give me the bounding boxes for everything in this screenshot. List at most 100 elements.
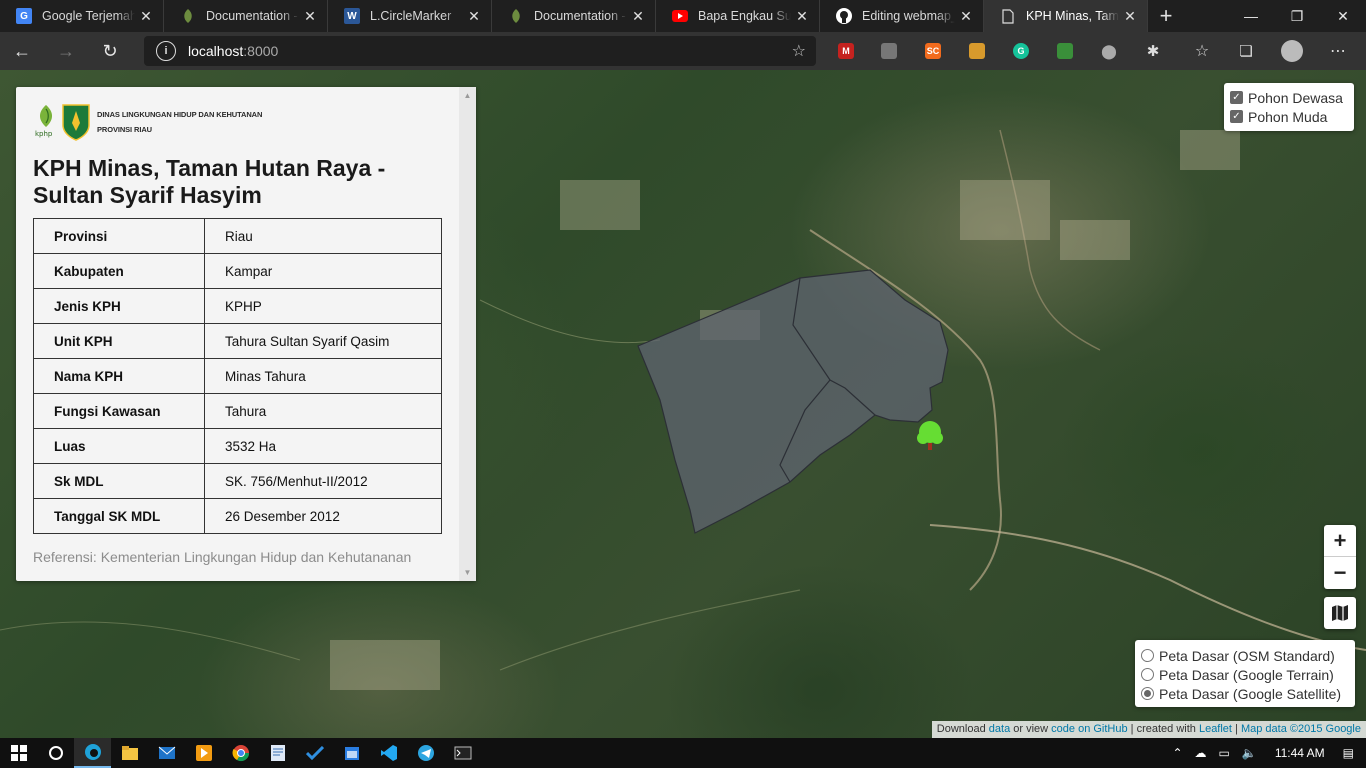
reload-icon[interactable]: ↻ (88, 32, 132, 70)
checkbox-icon[interactable]: ✓ (1230, 110, 1243, 123)
file-explorer-icon[interactable] (111, 738, 148, 768)
overlay-layer-control: ✓ Pohon Dewasa ✓ Pohon Muda (1224, 83, 1354, 131)
close-tab-icon[interactable]: ✕ (135, 8, 157, 25)
volume-icon[interactable]: 🔈 (1242, 746, 1257, 760)
radio-icon[interactable] (1141, 668, 1154, 681)
attribute-table: Provinsi Riau Kabupaten Kampar Jenis KPH KPHP… (33, 218, 442, 534)
map-container[interactable]: kphp DINAS LINGKUNGAN HIDUP DAN KEHUTANA… (0, 70, 1366, 738)
calendar-icon[interactable] (333, 738, 370, 768)
new-tab-button[interactable]: + (1148, 0, 1184, 32)
notepad-icon[interactable] (259, 738, 296, 768)
attribute-value: SK. 756/Menhut-II/2012 (204, 463, 442, 499)
kph-boundary-polygon[interactable] (637, 269, 949, 534)
edge-taskbar-icon[interactable] (74, 738, 111, 768)
todo-icon[interactable] (296, 738, 333, 768)
map-extension-icon[interactable] (1051, 32, 1079, 70)
network-icon[interactable]: ▭ (1219, 746, 1230, 760)
sc-extension-icon[interactable]: SC (919, 32, 947, 70)
vscode-icon[interactable] (370, 738, 407, 768)
gmail-extension-icon[interactable]: M (832, 32, 860, 70)
attribute-key: Fungsi Kawasan (33, 393, 205, 429)
notification-icon[interactable]: ▤ (1343, 746, 1354, 760)
clock-time[interactable]: 11:44 AM (1275, 746, 1325, 760)
table-row: Luas 3532 Ha (33, 428, 442, 464)
table-row: Nama KPH Minas Tahura (33, 358, 442, 394)
google-translate-icon: G (16, 8, 32, 24)
scroll-up-icon[interactable]: ▲ (459, 87, 476, 104)
close-tab-icon[interactable]: ✕ (955, 8, 977, 25)
address-bar[interactable]: i localhost:8000 ☆ (144, 36, 816, 66)
base-layer-osm[interactable]: Peta Dasar (OSM Standard) (1141, 646, 1349, 665)
search-icon[interactable] (37, 738, 74, 768)
tab-kph-minas[interactable]: KPH Minas, Taman Hutan Raya ✕ (984, 0, 1148, 32)
onedrive-icon[interactable]: ☁ (1195, 746, 1207, 760)
table-row: Sk MDL SK. 756/Menhut-II/2012 (33, 463, 442, 499)
chevron-up-icon[interactable]: ⌃ (1172, 746, 1182, 760)
radio-icon[interactable] (1141, 649, 1154, 662)
tab-github[interactable]: Editing webmap_a ✕ (820, 0, 984, 32)
favorites-icon[interactable]: ☆ (1188, 32, 1216, 70)
google-map-data-link[interactable]: Map data ©2015 Google (1241, 723, 1361, 735)
collections-icon[interactable]: ❏ (1232, 32, 1260, 70)
tab-leaflet-docs-2[interactable]: Documentation - Leaflet ✕ (492, 0, 656, 32)
tabs-extension-icon[interactable] (875, 32, 903, 70)
github-icon (836, 8, 852, 24)
table-row: Fungsi Kawasan Tahura (33, 393, 442, 429)
overlay-pohon-dewasa[interactable]: ✓ Pohon Dewasa (1230, 88, 1348, 107)
radio-icon-selected[interactable] (1141, 687, 1154, 700)
tab-leaflet-docs-1[interactable]: Documentation - Leaflet ✕ (164, 0, 328, 32)
more-menu-icon[interactable]: ⋯ (1324, 32, 1352, 70)
panel-scrollbar[interactable]: ▲ ▼ (459, 87, 476, 581)
tab-title: Google Terjemahan (42, 9, 135, 23)
extensions-icon[interactable]: ✱ (1139, 32, 1167, 70)
telegram-icon[interactable] (407, 738, 444, 768)
attribute-key: Provinsi (33, 218, 205, 254)
attribute-key: Tanggal SK MDL (33, 498, 205, 534)
profile-avatar[interactable] (1278, 32, 1306, 70)
restore-icon[interactable]: ❐ (1274, 0, 1320, 32)
close-window-icon[interactable]: ✕ (1320, 0, 1366, 32)
github-link[interactable]: code on GitHub (1051, 723, 1127, 735)
close-tab-icon[interactable]: ✕ (791, 8, 813, 25)
attribute-value: Riau (204, 218, 442, 254)
start-icon[interactable] (0, 738, 37, 768)
chrome-icon[interactable] (222, 738, 259, 768)
location-pin-icon[interactable]: ⬤ (1095, 32, 1123, 70)
base-layer-google-satellite[interactable]: Peta Dasar (Google Satellite) (1141, 684, 1349, 703)
site-info-icon[interactable]: i (156, 41, 176, 61)
leaflet-link[interactable]: Leaflet (1199, 723, 1232, 735)
tab-title: Documentation - Leaflet (534, 9, 627, 23)
grammarly-extension-icon[interactable]: G (1007, 32, 1035, 70)
tab-google-translate[interactable]: G Google Terjemahan ✕ (0, 0, 164, 32)
attribute-key: Sk MDL (33, 463, 205, 499)
base-layer-google-terrain[interactable]: Peta Dasar (Google Terrain) (1141, 665, 1349, 684)
overlay-pohon-muda[interactable]: ✓ Pohon Muda (1230, 107, 1348, 126)
back-icon[interactable]: ← (0, 32, 44, 70)
checkbox-icon[interactable]: ✓ (1230, 91, 1243, 104)
map-attribution: Download data or view code on GitHub | c… (931, 721, 1366, 738)
mail-icon[interactable] (148, 738, 185, 768)
box-extension-icon[interactable] (963, 32, 991, 70)
zoom-out-button[interactable]: − (1324, 557, 1356, 589)
agency-logo: kphp DINAS LINGKUNGAN HIDUP DAN KEHUTANA… (33, 103, 262, 141)
close-tab-icon[interactable]: ✕ (463, 8, 485, 25)
attribute-value: 26 Desember 2012 (204, 498, 442, 534)
scroll-down-icon[interactable]: ▼ (459, 564, 476, 581)
media-player-icon[interactable] (185, 738, 222, 768)
close-tab-icon[interactable]: ✕ (627, 8, 649, 25)
attribute-key: Nama KPH (33, 358, 205, 394)
close-tab-icon[interactable]: ✕ (1119, 8, 1141, 25)
forward-icon[interactable]: → (44, 32, 88, 70)
zoom-control: + − (1324, 525, 1356, 589)
terminal-icon[interactable] (444, 738, 481, 768)
attribute-value: Minas Tahura (204, 358, 442, 394)
tab-circlemarker[interactable]: W L.CircleMarker ✕ (328, 0, 492, 32)
close-tab-icon[interactable]: ✕ (299, 8, 321, 25)
tree-marker[interactable] (917, 421, 943, 450)
add-favorite-icon[interactable]: ☆ (792, 41, 806, 61)
data-link[interactable]: data (989, 723, 1010, 735)
layers-toggle-button[interactable] (1324, 597, 1356, 629)
tab-youtube[interactable]: Bapa Engkau Sungguh Baik ✕ (656, 0, 820, 32)
zoom-in-button[interactable]: + (1324, 525, 1356, 557)
minimize-icon[interactable]: — (1228, 0, 1274, 32)
